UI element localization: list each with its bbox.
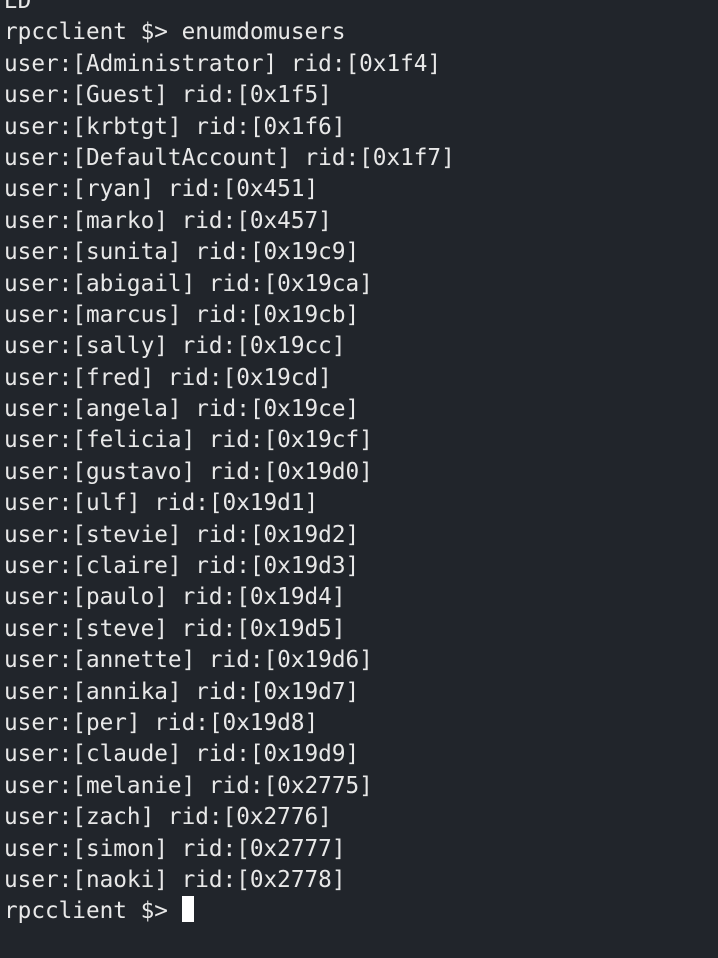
user-entry-line: user:[DefaultAccount] rid:[0x1f7] (4, 144, 455, 171)
user-entry-line: user:[krbtgt] rid:[0x1f6] (4, 113, 346, 140)
user-entry-line: user:[melanie] rid:[0x2775] (4, 772, 373, 799)
final-prompt: rpcclient $> (4, 898, 168, 925)
user-entry-line: user:[ulf] rid:[0x19d1] (4, 490, 319, 517)
user-entry-line: user:[marko] rid:[0x457] (4, 207, 332, 234)
user-entry-line: user:[annika] rid:[0x19d7] (4, 678, 360, 705)
terminal-line-partial: ED (4, 0, 32, 14)
user-entry-line: user:[stevie] rid:[0x19d2] (4, 521, 360, 548)
input-line[interactable]: rpcclient $> (4, 896, 718, 927)
user-entry-line: user:[claire] rid:[0x19d3] (4, 553, 360, 580)
user-entry-line: user:[Administrator] rid:[0x1f4] (4, 50, 442, 77)
user-entry-line: user:[sally] rid:[0x19cc] (4, 333, 346, 360)
terminal-window[interactable]: ED rpcclient $> enumdomusers user:[Admin… (0, 0, 718, 958)
user-entry-line: user:[abigail] rid:[0x19ca] (4, 270, 373, 297)
user-entry-line: user:[simon] rid:[0x2777] (4, 835, 346, 862)
text-cursor (181, 896, 194, 923)
user-entry-line: user:[naoki] rid:[0x2778] (4, 866, 346, 893)
command-line: rpcclient $> enumdomusers (4, 17, 718, 48)
user-entry-line: user:[paulo] rid:[0x19d4] (4, 584, 346, 611)
user-entry-line: user:[zach] rid:[0x2776] (4, 804, 332, 831)
user-entry-line: user:[gustavo] rid:[0x19d0] (4, 458, 373, 485)
user-entry-line: user:[marcus] rid:[0x19cb] (4, 301, 360, 328)
terminal-output: ED rpcclient $> enumdomusers user:[Admin… (4, 0, 718, 928)
user-entry-line: user:[ryan] rid:[0x451] (4, 176, 319, 203)
user-entry-line: user:[angela] rid:[0x19ce] (4, 396, 360, 423)
command-text: enumdomusers (181, 19, 346, 46)
user-entry-line: user:[claude] rid:[0x19d9] (4, 741, 360, 768)
user-entry-line: user:[annette] rid:[0x19d6] (4, 647, 373, 674)
user-entry-line: user:[steve] rid:[0x19d5] (4, 615, 346, 642)
user-entry-line: user:[per] rid:[0x19d8] (4, 709, 319, 736)
prompt: rpcclient $> (4, 19, 168, 46)
user-entry-line: user:[Guest] rid:[0x1f5] (4, 82, 332, 109)
user-entry-line: user:[sunita] rid:[0x19c9] (4, 239, 360, 266)
user-entry-line: user:[felicia] rid:[0x19cf] (4, 427, 373, 454)
user-entry-line: user:[fred] rid:[0x19cd] (4, 364, 332, 391)
output-lines: user:[Administrator] rid:[0x1f4] user:[Gu… (4, 49, 718, 897)
